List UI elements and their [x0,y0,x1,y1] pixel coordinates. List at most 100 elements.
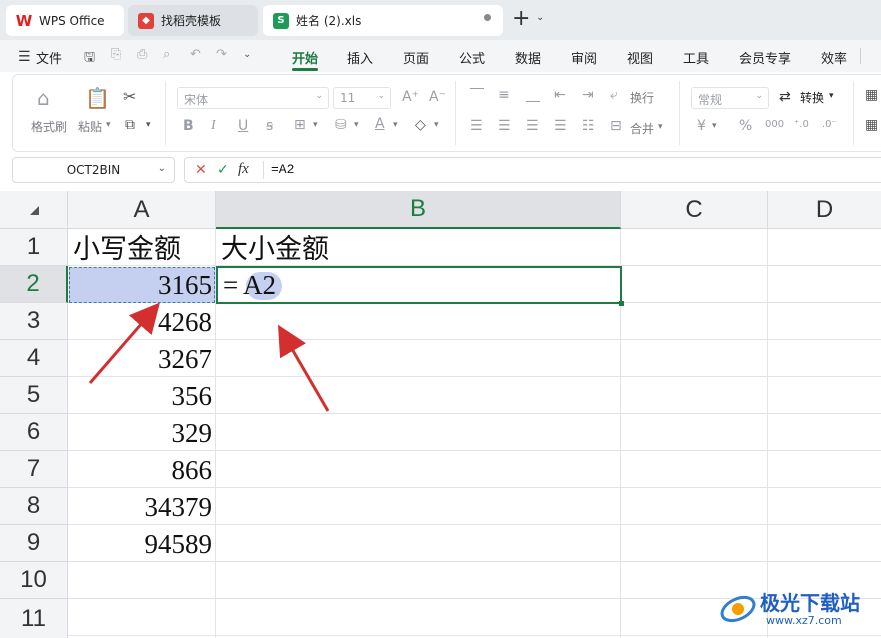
number-format-select[interactable]: 常规 ⌄ [691,87,769,109]
tab-label: 找稻壳模板 [161,14,222,28]
menu-bar: ☰ 文件 🖫 ⎘ ⎙ ⌕ ↶ ↷ ⌄ 开始 插入 页面 公式 数据 审阅 视图 … [0,40,881,72]
watermark: 极光下载站 www.xz7.com [718,585,878,635]
cancel-icon[interactable]: ✕ [195,162,207,178]
borders-dropdown-icon[interactable]: ▾ [313,120,318,130]
fill-dropdown-icon[interactable]: ▾ [354,120,359,130]
chevron-down-icon: ⌄ [755,91,763,101]
redo-icon[interactable]: ↷ [216,47,227,62]
menu-review[interactable]: 审阅 [571,48,597,67]
ribbon-divider [679,81,680,145]
print-preview-icon[interactable]: ⌕ [163,47,170,62]
convert-icon[interactable]: ⇄ [779,89,791,105]
menu-formula[interactable]: 公式 [459,48,485,67]
menu-tools[interactable]: 工具 [683,48,709,67]
increase-font-icon[interactable]: A⁺ [402,89,419,105]
copy-dropdown-icon[interactable]: ▾ [146,120,151,130]
increase-decimal-icon[interactable]: ⁺.0 [794,117,809,133]
name-box-value: OCT2BIN [66,163,121,177]
print-icon[interactable]: ⎙ [137,47,147,62]
wrap-text-button[interactable]: 换行 [630,89,654,106]
format-painter-button[interactable]: 格式刷 [31,118,67,135]
fx-icon[interactable]: fx [238,161,249,178]
table-style-icon[interactable]: ▦ [865,87,878,103]
distributed-icon[interactable]: ☷ [582,118,595,134]
align-middle-icon[interactable]: ≡ [498,87,510,103]
menu-insert[interactable]: 插入 [347,48,373,67]
chevron-down-icon[interactable]: ⌄ [158,163,166,174]
undo-icon[interactable]: ↶ [190,47,201,62]
wps-logo-icon: W [15,11,33,30]
decrease-font-icon[interactable]: A⁻ [429,89,446,105]
ribbon-divider [455,81,456,145]
copy-icon[interactable]: ⧉ [125,117,135,133]
menu-member[interactable]: 会员专享 [739,48,791,67]
merge-button[interactable]: 合并 [630,120,654,137]
convert-button[interactable]: 转换 [800,89,824,106]
bold-icon[interactable]: B [183,118,194,134]
arrow-to-a2 [88,302,160,384]
menu-file[interactable]: 文件 [36,48,62,67]
tab-docer-templates[interactable]: ◆ 找稻壳模板 [128,5,258,36]
hamburger-icon[interactable]: ☰ [18,49,31,65]
paste-dropdown-icon[interactable]: ▾ [106,120,111,130]
indent-increase-icon[interactable]: ⇥ [582,87,594,103]
confirm-icon[interactable]: ✓ [217,162,229,178]
currency-icon[interactable]: ¥ [697,118,706,134]
spreadsheet-icon: S [273,12,289,29]
fill-color-icon[interactable]: ⛁ [335,117,347,133]
menu-efficiency[interactable]: 效率 [821,48,847,67]
paste-button[interactable]: 粘贴 [78,118,102,135]
font-name-select[interactable]: 宋体 ⌄ [177,87,329,109]
clear-format-icon[interactable]: ◇ [415,117,426,133]
tab-wps-office[interactable]: W WPS Office [6,5,124,36]
wrap-text-icon[interactable]: ⤶ [610,87,618,103]
tab-bar: W WPS Office ◆ 找稻壳模板 S 姓名 (2).xls + ⌄ [0,0,881,40]
borders-icon[interactable]: ⊞ [294,117,306,133]
merge-dropdown-icon[interactable]: ▾ [658,122,663,132]
tab-spreadsheet[interactable]: S 姓名 (2).xls [263,5,503,36]
format-painter-icon[interactable]: ⌂ [37,87,50,109]
unsaved-dot-icon [484,14,491,21]
align-right-icon[interactable]: ☰ [526,118,539,134]
save-icon[interactable]: 🖫 [84,48,95,70]
align-bottom-icon[interactable]: ⎽ [526,87,540,103]
active-tab-underline [292,68,318,71]
underline-icon[interactable]: U [238,118,248,134]
justify-icon[interactable]: ☰ [554,118,567,134]
menu-view[interactable]: 视图 [627,48,653,67]
quick-access-dropdown-icon[interactable]: ⌄ [243,49,251,60]
tab-label: 姓名 (2).xls [296,14,362,28]
align-top-icon[interactable]: ⎺ [470,87,484,103]
chevron-down-icon[interactable]: ⌄ [536,12,544,23]
menu-divider [860,48,861,64]
font-size-select[interactable]: 11 ⌄ [333,87,391,109]
cut-icon[interactable]: ✂ [123,89,136,105]
indent-decrease-icon[interactable]: ⇤ [554,87,566,103]
strikethrough-icon[interactable]: ꞩ [266,118,273,134]
convert-dropdown-icon[interactable]: ▾ [829,91,834,101]
font-color-dropdown-icon[interactable]: ▾ [393,120,398,130]
font-name-value: 宋体 [184,93,209,107]
decrease-decimal-icon[interactable]: .0⁻ [822,117,837,133]
percent-icon[interactable]: % [739,118,752,134]
export-pdf-icon[interactable]: ⎘ [111,47,121,62]
menu-data[interactable]: 数据 [515,48,541,67]
font-color-icon[interactable]: A [375,116,385,132]
menu-home[interactable]: 开始 [292,48,318,67]
menu-page[interactable]: 页面 [403,48,429,67]
thousands-icon[interactable]: 000 [765,117,784,133]
paste-icon[interactable]: 📋 [85,87,110,109]
align-center-icon[interactable]: ☰ [498,118,511,134]
currency-dropdown-icon[interactable]: ▾ [712,121,717,131]
formula-input[interactable]: =A2 [271,162,294,177]
new-tab-button[interactable]: + [512,7,530,31]
align-left-icon[interactable]: ☰ [470,118,483,134]
merge-icon[interactable]: ⊟ [610,118,622,134]
cell-style-icon[interactable]: ▦ [865,117,878,133]
name-box[interactable]: OCT2BIN ⌄ [12,157,175,183]
ribbon-divider [165,81,166,145]
docer-icon: ◆ [138,12,154,29]
clear-dropdown-icon[interactable]: ▾ [434,120,439,130]
italic-icon[interactable]: I [211,118,216,134]
watermark-text: 极光下载站 [760,591,860,615]
